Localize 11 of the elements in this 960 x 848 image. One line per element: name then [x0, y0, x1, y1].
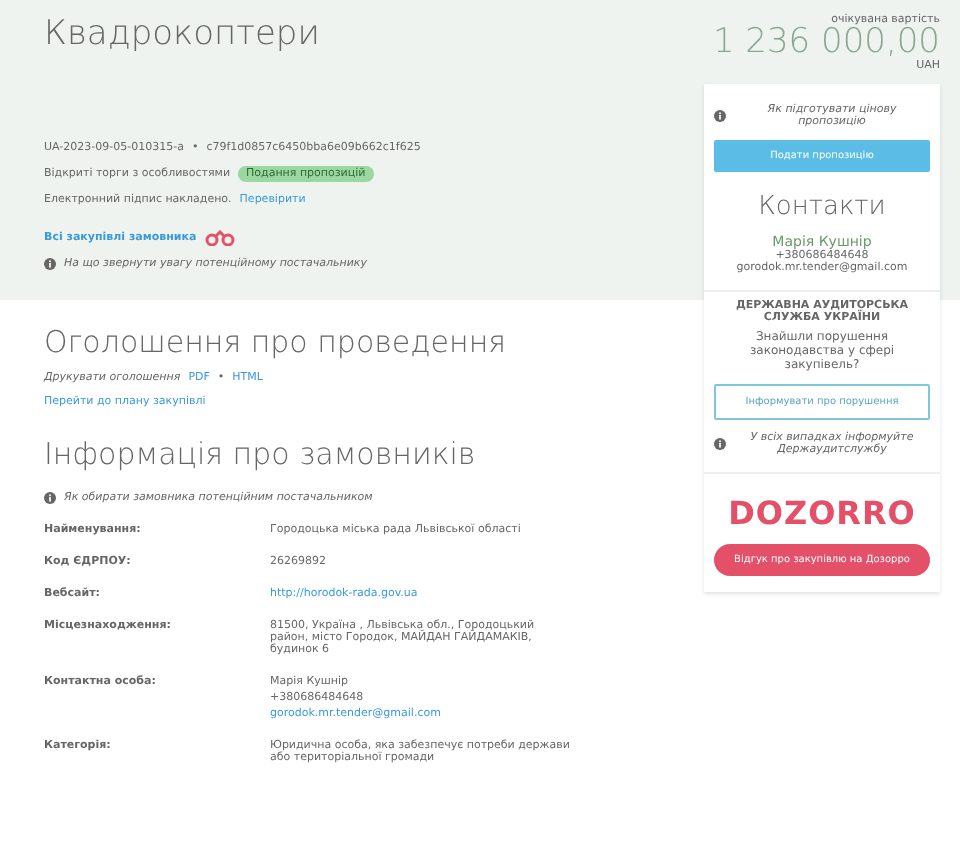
dozorro-logo: DOZORRO	[728, 494, 916, 532]
price-amount: 1 236 000,00	[712, 26, 940, 60]
binoculars-icon	[204, 230, 237, 246]
contacts-heading: Контакти	[758, 192, 886, 222]
help-icon	[714, 110, 726, 122]
page-title: Квадрокоптери	[44, 14, 322, 54]
help-icon	[44, 258, 56, 270]
help-icon	[44, 492, 56, 504]
section-heading: Інформація про замовників	[44, 436, 478, 472]
section-heading: Оголошення про проведення	[44, 324, 509, 360]
help-icon	[714, 438, 726, 450]
